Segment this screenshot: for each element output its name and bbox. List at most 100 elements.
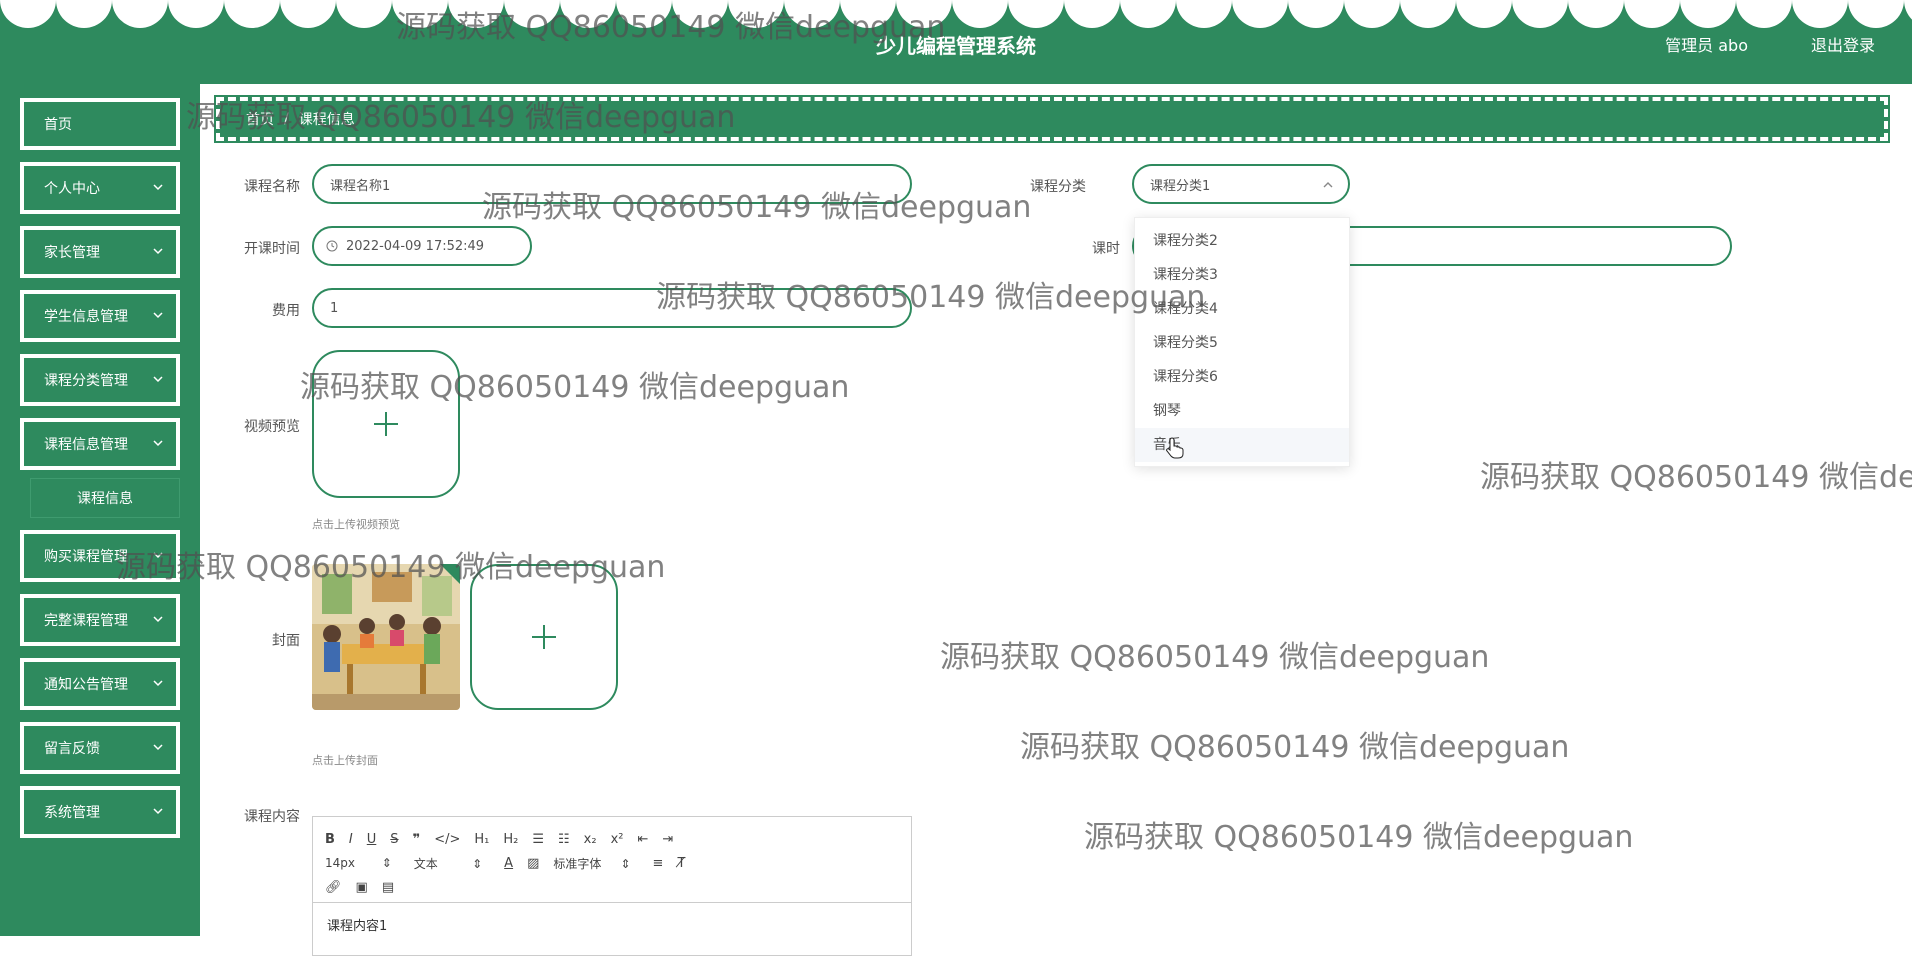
strikethrough-icon[interactable]: S: [390, 832, 398, 847]
font-family-value: 标准字体: [553, 856, 602, 871]
course-name-input[interactable]: 课程名称1: [312, 164, 912, 204]
blockquote-icon[interactable]: ❞: [413, 832, 421, 847]
scallop: [280, 0, 336, 28]
sidebar-item-label: 课程分类管理: [44, 373, 128, 389]
scallop: [728, 0, 784, 28]
sidebar-item-home[interactable]: 首页: [20, 98, 180, 150]
scallop: [1792, 0, 1848, 28]
fee-label: 费用: [272, 303, 300, 319]
cover-photo-classroom: [312, 564, 460, 710]
scallop: [1064, 0, 1120, 28]
heading1-icon[interactable]: H₁: [474, 832, 489, 847]
fee-input[interactable]: 1: [312, 288, 912, 328]
breadcrumb-home[interactable]: 首页: [246, 109, 274, 129]
watermark-text: 源码获取 QQ86050149 微信deepguan: [940, 640, 1490, 675]
sidebar-item-feedback[interactable]: 留言反馈: [20, 722, 180, 774]
cover-label: 封面: [272, 633, 300, 649]
italic-icon[interactable]: I: [349, 832, 353, 847]
video-icon[interactable]: ▤: [382, 880, 394, 895]
sidebar-item-course-categories[interactable]: 课程分类管理: [20, 354, 180, 406]
breadcrumb: 首页 / 课程信息: [216, 97, 1888, 141]
dropdown-option[interactable]: 钢琴: [1135, 394, 1349, 428]
background-color-icon[interactable]: ▨: [527, 856, 539, 871]
scallop: [336, 0, 392, 28]
start-time-label: 开课时间: [244, 241, 300, 257]
clock-icon: [326, 240, 338, 252]
sidebar-item-students[interactable]: 学生信息管理: [20, 290, 180, 342]
dropdown-option[interactable]: 课程分类3: [1135, 258, 1349, 292]
content-label: 课程内容: [244, 809, 300, 825]
ordered-list-icon[interactable]: ☰: [532, 832, 544, 847]
chevron-down-icon: [153, 552, 163, 559]
sidebar-item-personal-center[interactable]: 个人中心: [20, 162, 180, 214]
scallop: [560, 0, 616, 28]
cover-upload-button[interactable]: [470, 564, 618, 710]
scallop: [1120, 0, 1176, 28]
sidebar-item-label: 首页: [44, 117, 72, 133]
chevron-down-icon: [153, 184, 163, 191]
scallop: [672, 0, 728, 28]
sidebar-item-parents[interactable]: 家长管理: [20, 226, 180, 278]
image-icon[interactable]: ▣: [356, 880, 368, 895]
scallop: [1624, 0, 1680, 28]
dropdown-option[interactable]: 课程分类4: [1135, 292, 1349, 326]
scallop: [784, 0, 840, 28]
course-name-label: 课程名称: [244, 179, 300, 195]
top-header: 少儿编程管理系统 管理员 abo 退出登录: [0, 0, 1912, 84]
heading2-icon[interactable]: H₂: [503, 832, 518, 847]
dropdown-option[interactable]: 课程分类2: [1135, 224, 1349, 258]
sidebar-item-label: 购买课程管理: [44, 549, 128, 565]
align-icon[interactable]: ≡: [653, 856, 664, 871]
block-format-select[interactable]: 文本 ⇕: [414, 855, 482, 872]
category-label: 课程分类: [1030, 179, 1086, 195]
code-block-icon[interactable]: </>: [434, 832, 460, 847]
video-upload-hint: 点击上传视频预览: [312, 518, 400, 531]
dropdown-option[interactable]: 课程分类6: [1135, 360, 1349, 394]
font-color-icon[interactable]: A: [504, 856, 513, 871]
chevron-down-icon: [153, 616, 163, 623]
scallop: [448, 0, 504, 28]
sidebar-item-complete-courses[interactable]: 完整课程管理: [20, 594, 180, 646]
indent-icon[interactable]: ⇥: [662, 832, 673, 847]
sidebar-subitem-course-info[interactable]: 课程信息: [30, 478, 180, 518]
scallop: [0, 0, 56, 28]
subscript-icon[interactable]: x₂: [584, 832, 597, 847]
sidebar-item-course-info[interactable]: 课程信息管理: [20, 418, 180, 470]
sidebar-item-label: 学生信息管理: [44, 309, 128, 325]
font-size-select[interactable]: 14px ⇕: [325, 856, 392, 870]
start-time-picker[interactable]: 2022-04-09 17:52:49: [312, 226, 532, 266]
bold-icon[interactable]: B: [325, 832, 335, 847]
font-family-select[interactable]: 标准字体 ⇕: [553, 855, 630, 872]
hours-label: 课时: [1092, 241, 1120, 257]
logout-link[interactable]: 退出登录: [1811, 32, 1875, 56]
fee-value: 1: [330, 300, 339, 316]
editor-content[interactable]: 课程内容1: [313, 903, 911, 946]
scallop: [168, 0, 224, 28]
scallop: [392, 0, 448, 28]
cover-image[interactable]: [312, 564, 460, 710]
superscript-icon[interactable]: x²: [611, 832, 624, 847]
sidebar-item-announcements[interactable]: 通知公告管理: [20, 658, 180, 710]
sidebar-item-purchases[interactable]: 购买课程管理: [20, 530, 180, 582]
outdent-icon[interactable]: ⇤: [637, 832, 648, 847]
bullet-list-icon[interactable]: ☷: [558, 832, 570, 847]
course-name-value: 课程名称1: [330, 178, 391, 194]
link-icon[interactable]: 🔗︎: [325, 880, 342, 895]
chevron-down-icon: [153, 376, 163, 383]
chevron-down-icon: [153, 808, 163, 815]
dropdown-option[interactable]: 课程分类5: [1135, 326, 1349, 360]
category-selected-value: 课程分类1: [1150, 178, 1211, 194]
font-size-value: 14px: [325, 856, 355, 870]
clear-format-icon[interactable]: T̸: [677, 856, 685, 871]
sidebar-item-label: 课程信息管理: [44, 437, 128, 453]
scallop: [616, 0, 672, 28]
chevron-down-icon: [153, 680, 163, 687]
sidebar-item-system[interactable]: 系统管理: [20, 786, 180, 838]
category-select[interactable]: 课程分类1: [1132, 164, 1350, 204]
scallop: [1512, 0, 1568, 28]
video-upload-button[interactable]: [312, 350, 460, 498]
scallop: [1848, 0, 1904, 28]
scallop: [952, 0, 1008, 28]
underline-icon[interactable]: U: [367, 832, 377, 847]
scallop: [1400, 0, 1456, 28]
